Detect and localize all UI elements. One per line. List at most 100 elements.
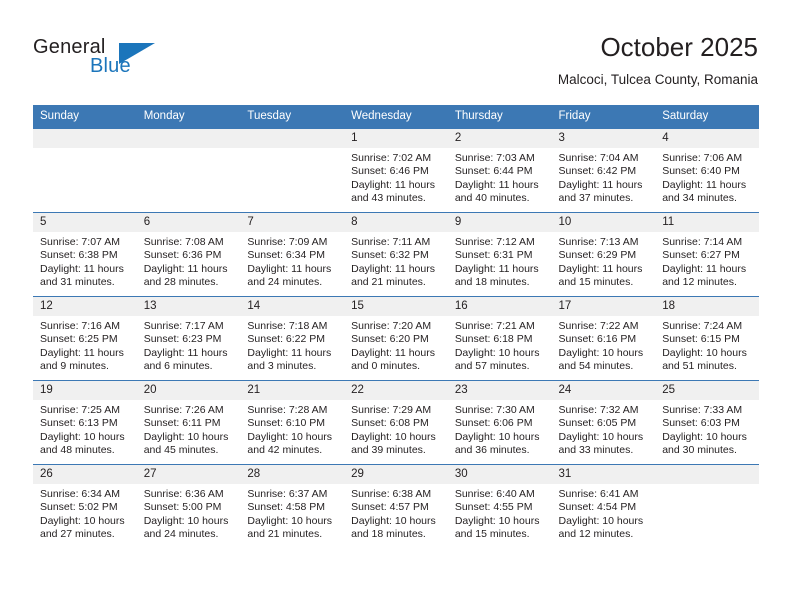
day-details: Sunrise: 7:17 AM Sunset: 6:23 PM Daylight:… [137, 316, 241, 374]
sunset-text: Sunset: 6:06 PM [454, 417, 533, 430]
daylight-text-line1: Daylight: 10 hours [662, 430, 747, 443]
day-number: 5 [33, 213, 137, 232]
calendar-day-cell[interactable]: 17 Sunrise: 7:22 AM Sunset: 6:16 PM Dayligh… [551, 296, 656, 381]
day-number [136, 129, 241, 148]
sunset-text: Sunset: 6:36 PM [143, 249, 222, 262]
calendar-day-cell[interactable]: 14 Sunrise: 7:18 AM Sunset: 6:22 PM Dayligh… [240, 296, 345, 381]
sunrise-text: Sunrise: 7:04 AM [558, 152, 639, 164]
calendar-day-cell[interactable]: 20 Sunrise: 7:26 AM Sunset: 6:11 PM Dayligh… [136, 380, 241, 465]
calendar-day-cell[interactable]: 29 Sunrise: 6:38 AM Sunset: 4:57 PM Dayligh… [344, 464, 448, 548]
calendar-day-cell[interactable]: 15 Sunrise: 7:20 AM Sunset: 6:20 PM Dayligh… [344, 296, 448, 381]
sunset-text: Sunset: 4:54 PM [558, 501, 637, 514]
daylight-text-line2: and 45 minutes. [143, 444, 219, 457]
sunrise-text: Sunrise: 7:02 AM [351, 152, 432, 164]
calendar-day-cell[interactable]: 5 Sunrise: 7:07 AM Sunset: 6:38 PM Daylight… [33, 212, 137, 297]
daylight-text-line2: and 21 minutes. [247, 528, 323, 541]
calendar-day-cell[interactable]: 25 Sunrise: 7:33 AM Sunset: 6:03 PM Dayligh… [655, 380, 759, 465]
sunrise-text: Sunrise: 6:34 AM [40, 488, 120, 500]
day-number: 15 [344, 297, 448, 316]
sunset-text: Sunset: 4:55 PM [454, 501, 533, 514]
calendar-day-cell[interactable]: 24 Sunrise: 7:32 AM Sunset: 6:05 PM Dayligh… [551, 380, 656, 465]
calendar-day-cell[interactable]: 21 Sunrise: 7:28 AM Sunset: 6:10 PM Dayligh… [240, 380, 345, 465]
day-details: Sunrise: 7:20 AM Sunset: 6:20 PM Daylight:… [344, 316, 448, 374]
calendar-day-cell[interactable]: 6 Sunrise: 7:08 AM Sunset: 6:36 PM Daylight… [136, 212, 241, 297]
calendar-day-cell[interactable]: 22 Sunrise: 7:29 AM Sunset: 6:08 PM Dayligh… [344, 380, 448, 465]
day-details: Sunrise: 7:04 AM Sunset: 6:42 PM Daylight:… [552, 148, 656, 206]
calendar-day-cell[interactable]: 12 Sunrise: 7:16 AM Sunset: 6:25 PM Dayligh… [33, 296, 137, 381]
calendar-day-cell[interactable]: 1 Sunrise: 7:02 AM Sunset: 6:46 PM Daylight… [344, 128, 448, 213]
sunset-text: Sunset: 5:02 PM [40, 501, 118, 514]
calendar-day-cell[interactable]: 30 Sunrise: 6:40 AM Sunset: 4:55 PM Dayligh… [447, 464, 552, 548]
sunset-text: Sunset: 6:20 PM [351, 333, 429, 346]
daylight-text-line1: Daylight: 11 hours [454, 178, 539, 191]
calendar-page: General Blue October 2025 Malcoci, Tulce… [0, 0, 792, 612]
calendar-day-cell[interactable]: 2 Sunrise: 7:03 AM Sunset: 6:44 PM Daylight… [447, 128, 552, 213]
sunrise-text: Sunrise: 7:22 AM [558, 320, 639, 332]
daylight-text-line1: Daylight: 10 hours [247, 430, 333, 443]
calendar-day-cell[interactable]: 16 Sunrise: 7:21 AM Sunset: 6:18 PM Dayligh… [447, 296, 552, 381]
sunset-text: Sunset: 6:13 PM [40, 417, 118, 430]
calendar-day-cell[interactable]: 4 Sunrise: 7:06 AM Sunset: 6:40 PM Daylight… [655, 128, 759, 213]
day-details: Sunrise: 7:07 AM Sunset: 6:38 PM Daylight:… [33, 232, 137, 290]
sunset-text: Sunset: 6:16 PM [558, 333, 637, 346]
daylight-text-line1: Daylight: 10 hours [351, 430, 436, 443]
sunrise-text: Sunrise: 7:06 AM [662, 152, 743, 164]
calendar-day-cell[interactable]: 8 Sunrise: 7:11 AM Sunset: 6:32 PM Daylight… [344, 212, 448, 297]
calendar-week-row: 5 Sunrise: 7:07 AM Sunset: 6:38 PM Daylight… [33, 212, 759, 297]
calendar-week-row: 12 Sunrise: 7:16 AM Sunset: 6:25 PM Dayligh… [33, 296, 759, 381]
calendar-body: 1 Sunrise: 7:02 AM Sunset: 6:46 PM Daylight… [33, 128, 759, 548]
sunset-text: Sunset: 6:05 PM [558, 417, 637, 430]
daylight-text-line1: Daylight: 10 hours [454, 430, 540, 443]
calendar-day-cell[interactable]: 13 Sunrise: 7:17 AM Sunset: 6:23 PM Dayligh… [136, 296, 241, 381]
day-number: 19 [33, 381, 137, 400]
sunrise-text: Sunrise: 7:16 AM [40, 320, 120, 332]
calendar-day-cell[interactable]: 27 Sunrise: 6:36 AM Sunset: 5:00 PM Dayligh… [136, 464, 241, 548]
weekday-header-thursday: Thursday [447, 105, 552, 129]
day-details: Sunrise: 7:24 AM Sunset: 6:15 PM Daylight:… [655, 316, 759, 374]
daylight-text-line1: Daylight: 11 hours [247, 262, 332, 275]
day-details: Sunrise: 7:22 AM Sunset: 6:16 PM Daylight:… [552, 316, 656, 374]
day-number: 26 [33, 465, 137, 484]
sunset-text: Sunset: 6:03 PM [662, 417, 740, 430]
calendar-day-cell[interactable]: 3 Sunrise: 7:04 AM Sunset: 6:42 PM Daylight… [551, 128, 656, 213]
calendar-day-cell[interactable]: 9 Sunrise: 7:12 AM Sunset: 6:31 PM Daylight… [447, 212, 552, 297]
sunset-text: Sunset: 6:40 PM [662, 165, 740, 178]
calendar-day-cell[interactable]: 23 Sunrise: 7:30 AM Sunset: 6:06 PM Dayligh… [447, 380, 552, 465]
daylight-text-line2: and 12 minutes. [558, 528, 634, 541]
daylight-text-line2: and 31 minutes. [40, 276, 115, 289]
day-number [33, 129, 137, 148]
sunset-text: Sunset: 6:08 PM [351, 417, 429, 430]
calendar-day-cell[interactable]: 31 Sunrise: 6:41 AM Sunset: 4:54 PM Dayligh… [551, 464, 656, 548]
daylight-text-line2: and 0 minutes. [351, 360, 420, 373]
daylight-text-line2: and 30 minutes. [662, 444, 737, 457]
calendar-day-cell[interactable]: 11 Sunrise: 7:14 AM Sunset: 6:27 PM Dayligh… [655, 212, 759, 297]
sunrise-text: Sunrise: 7:08 AM [143, 236, 224, 248]
day-number: 28 [240, 465, 345, 484]
day-details: Sunrise: 7:18 AM Sunset: 6:22 PM Daylight:… [240, 316, 344, 374]
day-number: 29 [344, 465, 448, 484]
calendar-day-cell[interactable]: 28 Sunrise: 6:37 AM Sunset: 4:58 PM Dayligh… [240, 464, 345, 548]
sunset-text: Sunset: 6:27 PM [662, 249, 740, 262]
calendar-day-cell[interactable]: 7 Sunrise: 7:09 AM Sunset: 6:34 PM Daylight… [240, 212, 345, 297]
daylight-text-line1: Daylight: 10 hours [351, 514, 436, 527]
day-details: Sunrise: 7:09 AM Sunset: 6:34 PM Daylight:… [240, 232, 344, 290]
general-blue-logo[interactable]: General Blue [33, 36, 213, 84]
daylight-text-line2: and 37 minutes. [558, 192, 634, 205]
daylight-text-line1: Daylight: 10 hours [143, 430, 229, 443]
sunrise-text: Sunrise: 6:37 AM [247, 488, 328, 500]
day-number: 27 [136, 465, 241, 484]
calendar-day-cell[interactable]: 19 Sunrise: 7:25 AM Sunset: 6:13 PM Dayligh… [33, 380, 137, 465]
daylight-text-line1: Daylight: 10 hours [247, 514, 333, 527]
daylight-text-line2: and 6 minutes. [143, 360, 213, 373]
sunrise-text: Sunrise: 7:11 AM [351, 236, 431, 248]
daylight-text-line1: Daylight: 11 hours [454, 262, 539, 275]
daylight-text-line1: Daylight: 10 hours [40, 430, 125, 443]
calendar-week-row: 26 Sunrise: 6:34 AM Sunset: 5:02 PM Dayligh… [33, 464, 759, 548]
day-details: Sunrise: 7:11 AM Sunset: 6:32 PM Daylight:… [344, 232, 448, 290]
calendar-day-cell[interactable]: 18 Sunrise: 7:24 AM Sunset: 6:15 PM Dayligh… [655, 296, 759, 381]
day-number: 6 [136, 213, 241, 232]
calendar-day-cell[interactable]: 10 Sunrise: 7:13 AM Sunset: 6:29 PM Dayligh… [551, 212, 656, 297]
day-number: 23 [447, 381, 552, 400]
day-details: Sunrise: 7:33 AM Sunset: 6:03 PM Daylight:… [655, 400, 759, 458]
calendar-day-cell[interactable]: 26 Sunrise: 6:34 AM Sunset: 5:02 PM Dayligh… [33, 464, 137, 548]
